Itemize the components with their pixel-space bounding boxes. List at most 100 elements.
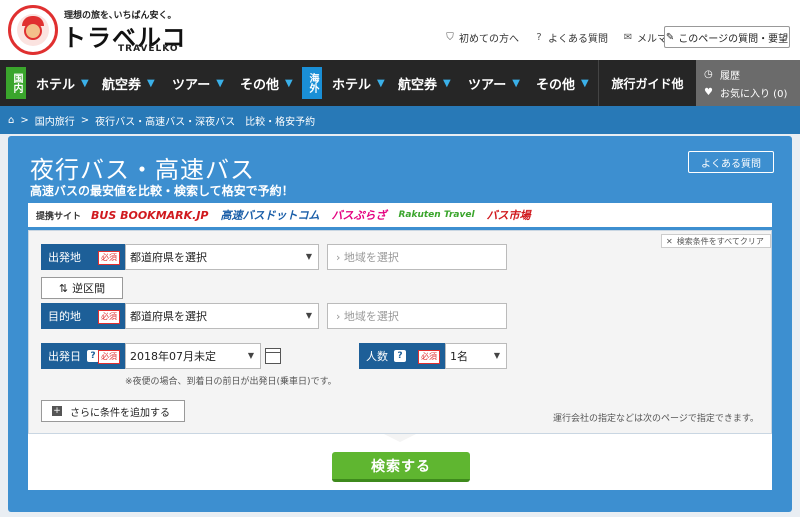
partner-kousokubus[interactable]: 高速バスドットコム: [220, 207, 319, 223]
beginner-link[interactable]: ⛉ 初めての方へ: [444, 30, 519, 46]
swap-route-button[interactable]: ⇅ 逆区間: [41, 277, 123, 299]
clock-icon: ◷: [704, 68, 713, 80]
partner-busbookmark[interactable]: BUS BOOKMARK.JP: [91, 209, 208, 222]
nav-travel-guide[interactable]: 旅行ガイド他: [598, 60, 696, 106]
swap-arrows-icon: ⇅: [58, 281, 69, 295]
departure-area-select[interactable]: › 地域を選択: [327, 244, 507, 270]
departure-label: 出発地 必須: [41, 244, 125, 270]
chevron-down-icon: ▼: [512, 77, 520, 89]
nav-domestic-tour[interactable]: ツアー ▼: [164, 60, 234, 106]
site-header: 理想の旅を､いちばん安く｡ トラベルコ TRAVELKO ⛉ 初めての方へ ? …: [0, 0, 800, 60]
main-nav: 国内 ホテル ▼ 航空券 ▼ ツアー ▼ その他 ▼ 海外 ホテル ▼ 航空券 ▼ ツアー ▼…: [0, 60, 800, 106]
caret-down-icon: ▼: [305, 311, 312, 320]
main-content: 夜行バス・高速バス 高速バスの最安値を比較・検索して格安で予約！ よくある質問 …: [0, 134, 800, 517]
chevron-down-icon: ▼: [216, 77, 224, 89]
nav-overseas-air[interactable]: 航空券 ▼: [390, 60, 460, 106]
search-panel: 夜行バス・高速バス 高速バスの最安値を比較・検索して格安で予約！ よくある質問 …: [8, 136, 792, 512]
search-button[interactable]: 検索する: [332, 452, 470, 482]
beginner-link-label: 初めての方へ: [459, 34, 519, 45]
people-value: 1名: [450, 350, 468, 363]
destination-prefecture-value: 都道府県を選択: [130, 310, 207, 323]
faq-button[interactable]: よくある質問: [688, 151, 774, 173]
operator-note: 運行会社の指定などは次のページで指定できます。: [553, 414, 759, 424]
logo-face: [24, 22, 42, 40]
pencil-icon: ✎: [665, 31, 675, 43]
breadcrumb-current: 夜行バス・高速バス・深夜バス 比較・格安予約: [95, 116, 316, 128]
departure-prefecture-select[interactable]: 都道府県を選択 ▼: [125, 244, 319, 270]
destination-label: 目的地 必須: [41, 303, 125, 329]
clear-conditions-button[interactable]: ✕ 検索条件をすべてクリア: [661, 234, 771, 248]
chevron-down-icon: ▼: [81, 77, 89, 89]
nav-overseas-tour[interactable]: ツアー ▼: [460, 60, 530, 106]
required-badge: 必須: [98, 251, 120, 265]
breadcrumb-sep: >: [80, 114, 90, 126]
favorites-link[interactable]: ♥ お気に入り (0): [704, 84, 800, 100]
brand-sub: TRAVELKO: [118, 44, 179, 54]
favorites-label: お気に入り (0): [720, 88, 788, 100]
date-select[interactable]: 2018年07月未定 ▼: [125, 343, 261, 369]
people-label: 人数 ? 必須: [359, 343, 445, 369]
departure-prefecture-value: 都道府県を選択: [130, 251, 207, 264]
nav-label: ツアー: [468, 77, 507, 93]
partner-busplaza[interactable]: バスぷらざ: [331, 207, 386, 223]
required-badge: 必須: [418, 350, 440, 364]
faq-link[interactable]: ? よくある質問: [533, 30, 608, 46]
overnight-note: ※夜便の場合、到着日の前日が出発日(乗車日)です。: [125, 377, 337, 387]
nav-overseas-hotel[interactable]: ホテル ▼: [322, 60, 390, 106]
breadcrumb: ⌂ > 国内旅行 > 夜行バス・高速バス・深夜バス 比較・格安予約: [0, 106, 800, 134]
required-badge: 必須: [98, 310, 120, 324]
nav-label: ツアー: [172, 77, 211, 93]
nav-overseas-other[interactable]: その他 ▼: [530, 60, 592, 106]
caret-down-icon: ▼: [247, 351, 254, 360]
nav-guide-label: 旅行ガイド他: [611, 76, 684, 91]
people-label-text: 人数: [366, 350, 388, 363]
history-link[interactable]: ◷ 履歴: [704, 66, 800, 82]
destination-prefecture-select[interactable]: 都道府県を選択 ▼: [125, 303, 319, 329]
clear-label: 検索条件をすべてクリア: [676, 236, 764, 246]
chevron-down-icon: ▼: [285, 77, 293, 89]
date-label-text: 出発日: [48, 350, 81, 363]
add-condition-label: さらに条件を追加する: [70, 407, 170, 419]
notch-decoration: [384, 434, 416, 442]
partner-rakuten[interactable]: Rakuten Travel: [398, 210, 474, 220]
partner-busichiba[interactable]: バス市場: [487, 207, 531, 223]
mail-icon: ✉: [623, 31, 633, 43]
departure-label-text: 出発地: [48, 251, 81, 264]
destination-area-select[interactable]: › 地域を選択: [327, 303, 507, 329]
breadcrumb-domestic[interactable]: 国内旅行: [35, 113, 75, 128]
overseas-badge-label: 海外: [307, 73, 318, 93]
nav-label: ホテル: [332, 77, 372, 93]
calendar-icon[interactable]: [265, 348, 281, 364]
nav-label: 航空券: [102, 77, 142, 93]
required-badge: 必須: [98, 350, 120, 364]
home-icon[interactable]: ⌂: [8, 115, 14, 126]
partner-sites: 提携サイト BUS BOOKMARK.JP 高速バスドットコム バスぷらざ Ra…: [28, 203, 772, 227]
nav-domestic-other[interactable]: その他 ▼: [234, 60, 302, 106]
caret-down-icon: ▼: [305, 252, 312, 261]
heart-icon: ♥: [704, 86, 713, 98]
nav-domestic-air[interactable]: 航空券 ▼: [94, 60, 164, 106]
chevron-down-icon: ▼: [147, 77, 155, 89]
people-select[interactable]: 1名 ▼: [445, 343, 507, 369]
date-label: 出発日 ? 必須: [41, 343, 125, 369]
domestic-badge: 国内: [6, 67, 26, 99]
caret-down-icon: ▼: [493, 351, 500, 360]
tag-icon: ⛉: [446, 31, 454, 43]
page-subtitle: 高速バスの最安値を比較・検索して格安で予約！: [30, 184, 294, 198]
overseas-badge: 海外: [302, 67, 322, 99]
nav-history-favorites: ◷ 履歴 ♥ お気に入り (0): [696, 60, 800, 106]
nav-domestic-hotel[interactable]: ホテル ▼: [26, 60, 94, 106]
add-condition-button[interactable]: + さらに条件を追加する: [41, 400, 185, 422]
faq-link-label: よくある質問: [548, 34, 608, 45]
page-feedback-button[interactable]: ✎ このページの質問・要望: [664, 26, 790, 48]
nav-label: その他: [240, 77, 280, 93]
page-feedback-label: このページの質問・要望: [678, 33, 789, 45]
nav-label: ホテル: [36, 77, 76, 93]
domestic-badge-label: 国内: [11, 73, 22, 93]
chevron-down-icon: ▼: [581, 77, 589, 89]
destination-label-text: 目的地: [48, 310, 81, 323]
travelko-logo[interactable]: [8, 5, 58, 55]
page-title: 夜行バス・高速バス: [30, 156, 255, 184]
help-icon[interactable]: ?: [394, 350, 406, 362]
top-links: ⛉ 初めての方へ ? よくある質問 ✉ メルマガ: [444, 30, 691, 46]
